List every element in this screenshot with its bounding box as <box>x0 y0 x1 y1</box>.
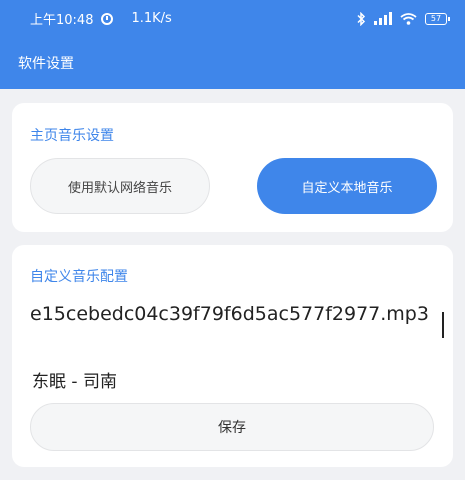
status-right: 57 <box>356 11 450 26</box>
default-network-music-button[interactable]: 使用默认网络音乐 <box>30 158 210 214</box>
status-bar: 上午10:48 1.1K/s 57 <box>0 0 465 37</box>
network-speed: 1.1K/s <box>131 11 172 26</box>
home-music-title: 主页音乐设置 <box>30 128 114 144</box>
save-button[interactable]: 保存 <box>30 403 434 451</box>
status-left: 上午10:48 1.1K/s <box>30 9 172 28</box>
custom-local-music-button[interactable]: 自定义本地音乐 <box>257 158 437 214</box>
bluetooth-icon <box>356 11 366 26</box>
status-time: 上午10:48 <box>30 13 94 28</box>
wifi-icon <box>400 12 417 26</box>
text-cursor <box>442 312 444 338</box>
song-name: 东眠 - 司南 <box>32 372 117 392</box>
music-file-input[interactable]: e15cebedc04c39f79f6d5ac577f2977.mp3 <box>30 303 446 345</box>
page-title: 软件设置 <box>18 56 74 72</box>
signal-icon <box>374 12 392 26</box>
custom-music-card: 自定义音乐配置 e15cebedc04c39f79f6d5ac577f2977.… <box>12 245 453 467</box>
battery-icon: 57 <box>425 12 450 25</box>
app-bar: 软件设置 <box>0 37 465 89</box>
clock-icon <box>101 12 114 25</box>
music-file-value: e15cebedc04c39f79f6d5ac577f2977.mp3 <box>30 303 429 325</box>
home-music-card: 主页音乐设置 使用默认网络音乐 自定义本地音乐 <box>12 103 453 232</box>
battery-level: 57 <box>430 13 442 23</box>
custom-music-title: 自定义音乐配置 <box>30 269 128 285</box>
